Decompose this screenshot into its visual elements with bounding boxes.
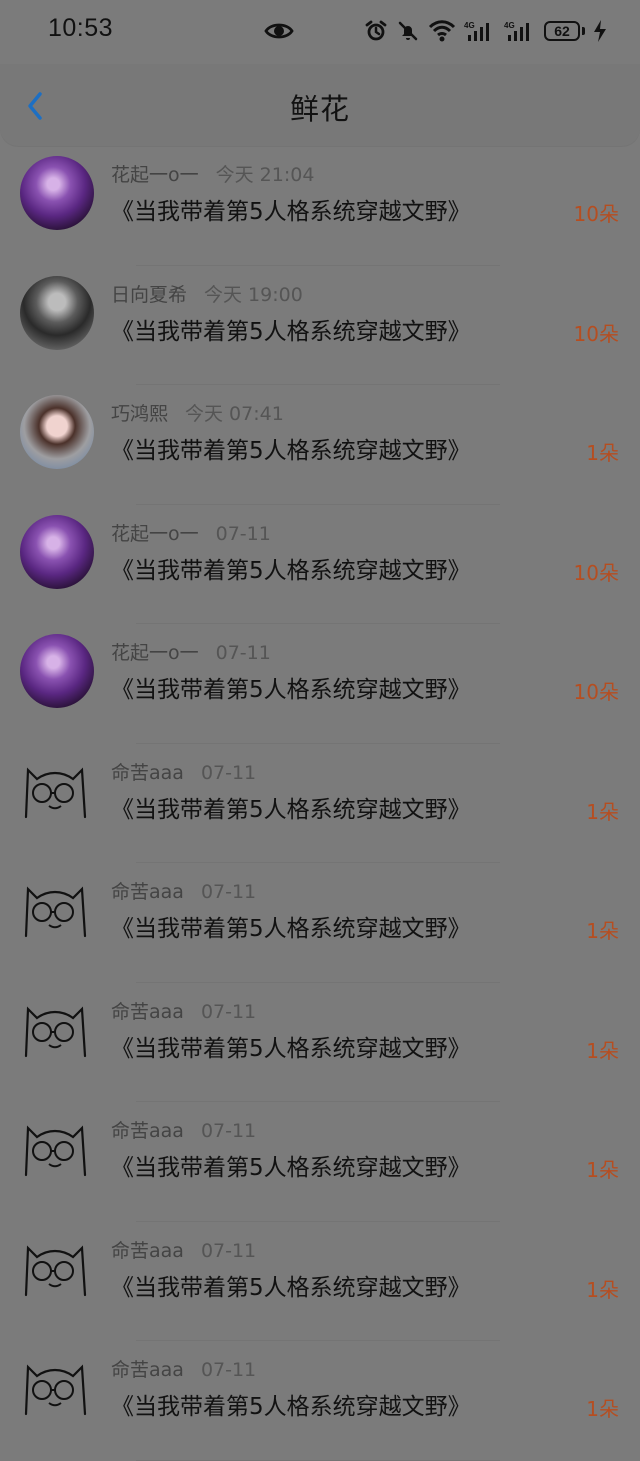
record-meta: 命苦aaa 07-11: [111, 762, 256, 784]
record-meta: 巧鸿熙 今天 07:41: [111, 403, 284, 425]
record-time: 07-11: [215, 522, 271, 545]
flower-count: 1朵: [586, 919, 619, 943]
avatar[interactable]: [20, 514, 94, 589]
flower-record-row[interactable]: 命苦aaa 07-11 《当我带着第5人格系统穿越文野》 1朵: [0, 744, 640, 864]
avatar[interactable]: [20, 395, 94, 469]
flower-count: 1朵: [586, 441, 619, 465]
book-title[interactable]: 《当我带着第5人格系统穿越文野》: [111, 1035, 471, 1063]
record-time: 07-11: [200, 1239, 257, 1262]
username[interactable]: 命苦aaa: [111, 1240, 184, 1262]
flower-record-row[interactable]: 命苦aaa 07-11 《当我带着第5人格系统穿越文野》 1朵: [0, 1222, 640, 1342]
flower-record-row[interactable]: 花起一o一 今天 21:04 《当我带着第5人格系统穿越文野》 10朵: [0, 146, 640, 266]
flower-count: 1朵: [586, 1397, 619, 1421]
record-meta: 花起一o一 今天 21:04: [111, 164, 314, 186]
svg-text:4G: 4G: [464, 21, 475, 30]
book-title[interactable]: 《当我带着第5人格系统穿越文野》: [111, 557, 471, 585]
signal-4g-2-icon: 4G: [504, 21, 529, 41]
username[interactable]: 日向夏希: [111, 284, 187, 306]
line-art-cat-avatar[interactable]: [20, 1120, 90, 1182]
charging-icon: [594, 20, 606, 42]
record-time: 07-11: [215, 642, 271, 664]
avatar[interactable]: [20, 634, 94, 708]
username[interactable]: 命苦aaa: [111, 1359, 184, 1381]
record-time: 今天 21:04: [215, 164, 315, 186]
flower-record-row[interactable]: 命苦aaa 07-11 《当我带着第5人格系统穿越文野》 1朵: [0, 1102, 640, 1222]
battery-tip: [582, 27, 585, 35]
flower-record-row[interactable]: 花起一o一 07-11 《当我带着第5人格系统穿越文野》 10朵: [0, 505, 640, 625]
record-time: 今天 19:00: [204, 283, 303, 306]
username[interactable]: 命苦aaa: [111, 1001, 184, 1023]
flower-count: 10朵: [573, 560, 619, 585]
wifi-icon: [428, 20, 456, 42]
line-art-cat-avatar[interactable]: [20, 881, 90, 943]
alarm-icon: [365, 20, 387, 41]
record-meta: 命苦aaa 07-11: [111, 1240, 256, 1262]
signal-4g-1-icon: 4G: [464, 21, 489, 41]
flower-count: 1朵: [586, 1158, 619, 1182]
record-time: 07-11: [200, 881, 257, 903]
username[interactable]: 命苦aaa: [111, 881, 184, 903]
record-meta: 日向夏希 今天 19:00: [111, 284, 303, 306]
username[interactable]: 花起一o一: [111, 642, 199, 664]
flower-count: 10朵: [573, 202, 619, 226]
flower-record-row[interactable]: 巧鸿熙 今天 07:41 《当我带着第5人格系统穿越文野》 1朵: [0, 385, 640, 505]
record-meta: 命苦aaa 07-11: [111, 1120, 256, 1142]
flower-record-list: 花起一o一 今天 21:04 《当我带着第5人格系统穿越文野》 10朵 日向夏希…: [0, 146, 640, 1461]
flower-count: 1朵: [586, 799, 619, 824]
record-meta: 命苦aaa 07-11: [111, 881, 256, 903]
username[interactable]: 花起一o一: [111, 164, 199, 186]
status-icons: 4G 4G 62: [364, 17, 607, 45]
book-title[interactable]: 《当我带着第5人格系统穿越文野》: [111, 437, 471, 465]
status-time: 10:53: [48, 14, 114, 42]
avatar[interactable]: [20, 156, 94, 230]
book-title[interactable]: 《当我带着第5人格系统穿越文野》: [111, 676, 471, 704]
flower-record-row[interactable]: 命苦aaa 07-11 《当我带着第5人格系统穿越文野》 1朵: [0, 863, 640, 983]
record-time: 07-11: [200, 1359, 257, 1381]
book-title[interactable]: 《当我带着第5人格系统穿越文野》: [111, 796, 471, 824]
status-bar: 10:53 4G 4G 62: [0, 0, 640, 64]
book-title[interactable]: 《当我带着第5人格系统穿越文野》: [111, 318, 471, 346]
avatar[interactable]: [20, 275, 94, 350]
username[interactable]: 花起一o一: [111, 523, 199, 545]
username[interactable]: 命苦aaa: [111, 762, 184, 784]
book-title[interactable]: 《当我带着第5人格系统穿越文野》: [111, 198, 471, 226]
record-time: 07-11: [200, 761, 257, 784]
flower-record-row[interactable]: 命苦aaa 07-11 《当我带着第5人格系统穿越文野》 1朵: [0, 983, 640, 1103]
flower-record-row[interactable]: 日向夏希 今天 19:00 《当我带着第5人格系统穿越文野》 10朵: [0, 266, 640, 386]
record-meta: 花起一o一 07-11: [111, 642, 271, 664]
record-time: 今天 07:41: [185, 403, 284, 425]
flower-count: 1朵: [586, 1277, 619, 1302]
book-title[interactable]: 《当我带着第5人格系统穿越文野》: [111, 1274, 471, 1302]
book-title[interactable]: 《当我带着第5人格系统穿越文野》: [111, 1393, 471, 1421]
record-time: 07-11: [200, 1120, 257, 1142]
line-art-cat-avatar[interactable]: [20, 1240, 90, 1302]
flower-record-row[interactable]: 命苦aaa 07-11 《当我带着第5人格系统穿越文野》 1朵: [0, 1341, 640, 1461]
top-navigation: 鲜花: [0, 64, 640, 146]
flower-count: 10朵: [573, 321, 619, 346]
record-meta: 命苦aaa 07-11: [111, 1001, 256, 1023]
line-art-cat-avatar[interactable]: [20, 762, 90, 824]
record-time: 07-11: [200, 1000, 257, 1023]
book-title[interactable]: 《当我带着第5人格系统穿越文野》: [111, 1154, 471, 1182]
flower-count: 1朵: [586, 1038, 619, 1063]
username[interactable]: 命苦aaa: [111, 1120, 184, 1142]
record-meta: 花起一o一 07-11: [111, 523, 271, 545]
page-title: 鲜花: [289, 92, 350, 126]
bell-off-icon: [398, 21, 418, 41]
record-meta: 命苦aaa 07-11: [111, 1359, 256, 1381]
flower-count: 10朵: [573, 680, 619, 704]
line-art-cat-avatar[interactable]: [20, 1359, 90, 1421]
username[interactable]: 巧鸿熙: [111, 403, 168, 425]
flower-record-row[interactable]: 花起一o一 07-11 《当我带着第5人格系统穿越文野》 10朵: [0, 624, 640, 744]
battery-icon: 62: [544, 21, 580, 41]
eye-icon: [264, 23, 294, 39]
book-title[interactable]: 《当我带着第5人格系统穿越文野》: [111, 915, 471, 943]
svg-text:4G: 4G: [504, 21, 515, 30]
line-art-cat-avatar[interactable]: [20, 1001, 90, 1063]
